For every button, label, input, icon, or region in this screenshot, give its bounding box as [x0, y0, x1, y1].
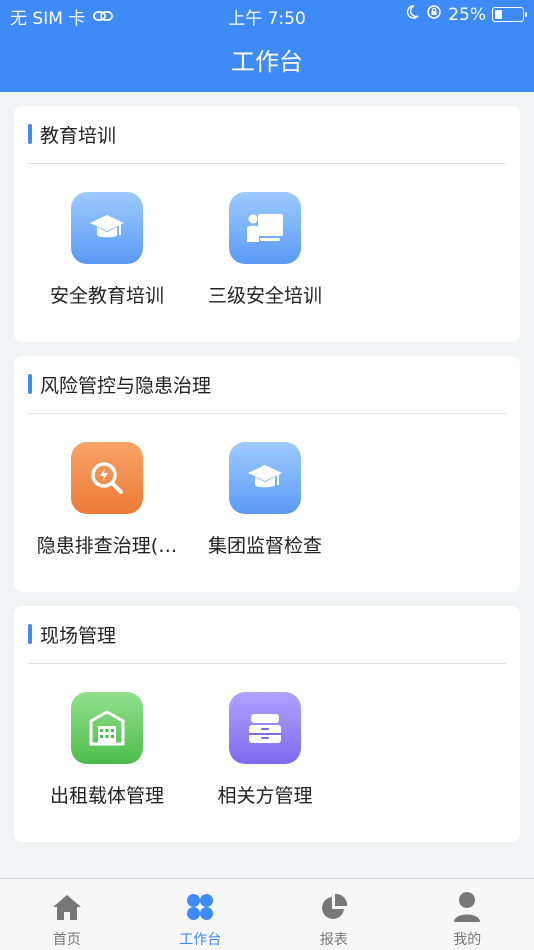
- tile-hazard-inspection[interactable]: 隐患排查治理(…: [32, 442, 182, 558]
- tab-home[interactable]: 首页: [0, 879, 134, 950]
- tile-safety-education-training[interactable]: 安全教育培训: [32, 192, 182, 308]
- grid-icon: [134, 891, 268, 923]
- home-icon: [0, 891, 134, 923]
- battery-level: [495, 10, 502, 19]
- status-bar: 无 SIM 卡 上午 7:50 25%: [0, 0, 534, 30]
- section-title: 现场管理: [40, 625, 117, 647]
- tab-reports[interactable]: 报表: [267, 879, 401, 950]
- tab-label: 我的: [453, 932, 482, 948]
- tile-label: 三级安全培训: [207, 285, 322, 307]
- warehouse-icon: [71, 692, 143, 764]
- rotation-lock-icon: [426, 4, 442, 25]
- tab-label: 工作台: [179, 932, 222, 948]
- tile-rental-carrier-management[interactable]: 出租载体管理: [32, 692, 182, 808]
- tile-label: 相关方管理: [217, 785, 313, 807]
- graduation-cap-icon: [229, 442, 301, 514]
- section-accent-bar: [28, 124, 32, 144]
- graduation-cap-icon: [71, 192, 143, 264]
- page-title: 工作台: [231, 48, 303, 76]
- tab-workbench[interactable]: 工作台: [134, 879, 268, 950]
- tile-label: 隐患排查治理(…: [36, 535, 178, 557]
- tile-label: 出租载体管理: [49, 785, 164, 807]
- section-header: 教育培训: [28, 120, 506, 164]
- teacher-board-icon: [229, 192, 301, 264]
- tile-group-supervision-inspection[interactable]: 集团监督检查: [190, 442, 340, 558]
- section-accent-bar: [28, 374, 32, 394]
- hazard-search-icon: [71, 442, 143, 514]
- tab-mine[interactable]: 我的: [401, 879, 534, 950]
- cabinet-icon: [229, 692, 301, 764]
- battery-icon: [492, 7, 527, 22]
- tile-label: 集团监督检查: [207, 535, 322, 557]
- section-risk-control: 风险管控与隐患治理 隐患排查治理(… 集团监督检查: [14, 356, 520, 592]
- section-education-training: 教育培训 安全教育培训 三级安全培训: [14, 106, 520, 342]
- section-header: 风险管控与隐患治理: [28, 370, 506, 414]
- tile-three-level-safety-training[interactable]: 三级安全培训: [190, 192, 340, 308]
- section-accent-bar: [28, 624, 32, 644]
- tab-label: 报表: [319, 932, 348, 948]
- section-site-management: 现场管理 出租载体管理 相关方管理: [14, 606, 520, 842]
- moon-icon: [404, 4, 420, 25]
- tile-related-party-management[interactable]: 相关方管理: [190, 692, 340, 808]
- user-icon: [401, 891, 534, 923]
- battery-percent: 25%: [448, 4, 486, 25]
- section-title: 风险管控与隐患治理: [40, 375, 212, 397]
- tile-label: 安全教育培训: [49, 285, 164, 307]
- section-header: 现场管理: [28, 620, 506, 664]
- bottom-tab-bar: 首页 工作台 报表 我的: [0, 878, 534, 950]
- pie-chart-icon: [267, 891, 401, 923]
- section-title: 教育培训: [40, 125, 117, 147]
- tab-label: 首页: [52, 932, 81, 948]
- top-bar: 无 SIM 卡 上午 7:50 25% 工作台: [0, 0, 534, 92]
